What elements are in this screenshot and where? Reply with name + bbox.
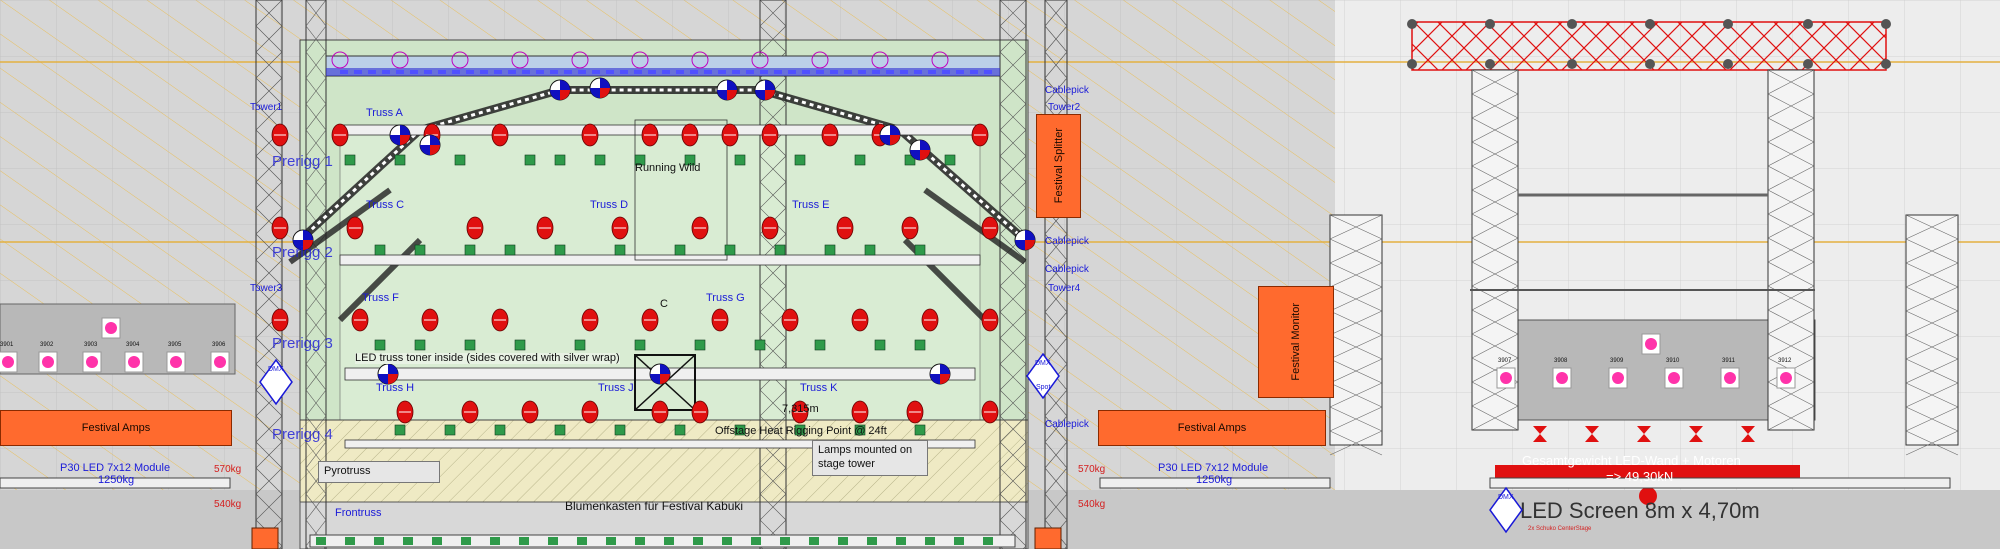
prerigg-1-label: Prerigg 1	[272, 153, 333, 170]
led-module-id: 3905	[168, 342, 182, 348]
truss-h-label: Truss H	[376, 382, 415, 394]
dmx-mid-label: DMX	[1035, 360, 1051, 367]
spot-label: Spot	[1036, 384, 1051, 391]
festival-amps-left: Festival Amps	[0, 410, 232, 446]
weight-right-1: 570kg	[1078, 464, 1106, 475]
blumenkasten-label: Blumenkasten für Festival Kabuki	[565, 499, 744, 513]
cablepick-3-label: Cablepick	[1045, 264, 1089, 275]
running-wild-label: Running Wild	[635, 162, 701, 174]
p30-left-weight: 1250kg	[98, 474, 135, 486]
led-module-id: 3901	[0, 342, 14, 348]
center-c-label: C	[660, 298, 668, 310]
gesamtgewicht-line2: => 49,30kN	[1606, 469, 1674, 484]
truss-e-label: Truss E	[792, 199, 830, 211]
led-module-id: 3907	[1498, 358, 1512, 364]
tower3-label: Tower3	[250, 283, 283, 294]
led-module-id: 3908	[1554, 358, 1568, 364]
festival-monitor-label: Festival Monitor	[1290, 303, 1302, 381]
tower1-label: Tower1	[250, 102, 283, 113]
offstage-rigging-label: Offstage Heat Rigging Point @ 24ft	[715, 425, 887, 437]
stage-plot: Truss A Truss C Truss D Truss E Truss F …	[0, 0, 2000, 549]
festival-splitter-label: Festival Splitter	[1052, 128, 1065, 204]
tower4-label: Tower4	[1048, 283, 1081, 294]
truss-c-label: Truss C	[366, 199, 405, 211]
truss-d-label: Truss D	[590, 199, 629, 211]
festival-splitter-box: Festival Splitter	[1036, 114, 1081, 218]
weight-left-1: 570kg	[214, 464, 242, 475]
led-module-id: 3904	[126, 342, 140, 348]
truss-g-label: Truss G	[706, 292, 745, 304]
truss-k-label: Truss K	[800, 382, 838, 394]
lamps-note: Lamps mounted on stage tower	[812, 440, 928, 476]
led-module-id: 3902	[40, 342, 54, 348]
truss-a-label: Truss A	[366, 107, 403, 119]
weight-left-2: 540kg	[214, 499, 242, 510]
cablepick-2-label: Cablepick	[1045, 236, 1089, 247]
truss-f-label: Truss F	[362, 292, 399, 304]
led-module-id: 3906	[212, 342, 226, 348]
led-module-id: 3911	[1722, 358, 1735, 364]
weight-right-2: 540kg	[1078, 499, 1106, 510]
festival-amps-right: Festival Amps	[1098, 410, 1326, 446]
prerigg-3-label: Prerigg 3	[272, 335, 333, 352]
tower2-label: Tower2	[1048, 102, 1081, 113]
led-module-id: 3909	[1610, 358, 1624, 364]
p30-right-weight: 1250kg	[1196, 474, 1233, 486]
led-module-id: 3912	[1778, 358, 1792, 364]
led-module-id: 3910	[1666, 358, 1680, 364]
gesamtgewicht-line1: Gesamtgewicht LED-Wand + Motoren	[1522, 453, 1741, 468]
cablepick-4-label: Cablepick	[1045, 419, 1089, 430]
led-screen-label: LED Screen 8m x 4,70m	[1520, 498, 1760, 523]
truss-j-label: Truss J	[598, 382, 634, 394]
frontruss-label: Frontruss	[335, 507, 382, 519]
cablepick-1-label: Cablepick	[1045, 85, 1089, 96]
prerigg-4-label: Prerigg 4	[272, 426, 333, 443]
festival-monitor-box: Festival Monitor	[1258, 286, 1334, 398]
center-stage-label: 2x Schuko CenterStage	[1528, 526, 1592, 532]
p30-left-label: P30 LED 7x12 Module	[60, 462, 171, 474]
dimension-label: 7,315m	[782, 403, 819, 415]
dmx-right-label: DMX	[1498, 494, 1514, 501]
pyrotruss-note: Pyrotruss	[318, 461, 440, 483]
led-truss-note: LED truss toner inside (sides covered wi…	[355, 352, 620, 364]
prerigg-2-label: Prerigg 2	[272, 244, 333, 261]
led-module-id: 3903	[84, 342, 98, 348]
p30-right-label: P30 LED 7x12 Module	[1158, 462, 1269, 474]
dmx-left-label: DMX	[268, 366, 284, 373]
